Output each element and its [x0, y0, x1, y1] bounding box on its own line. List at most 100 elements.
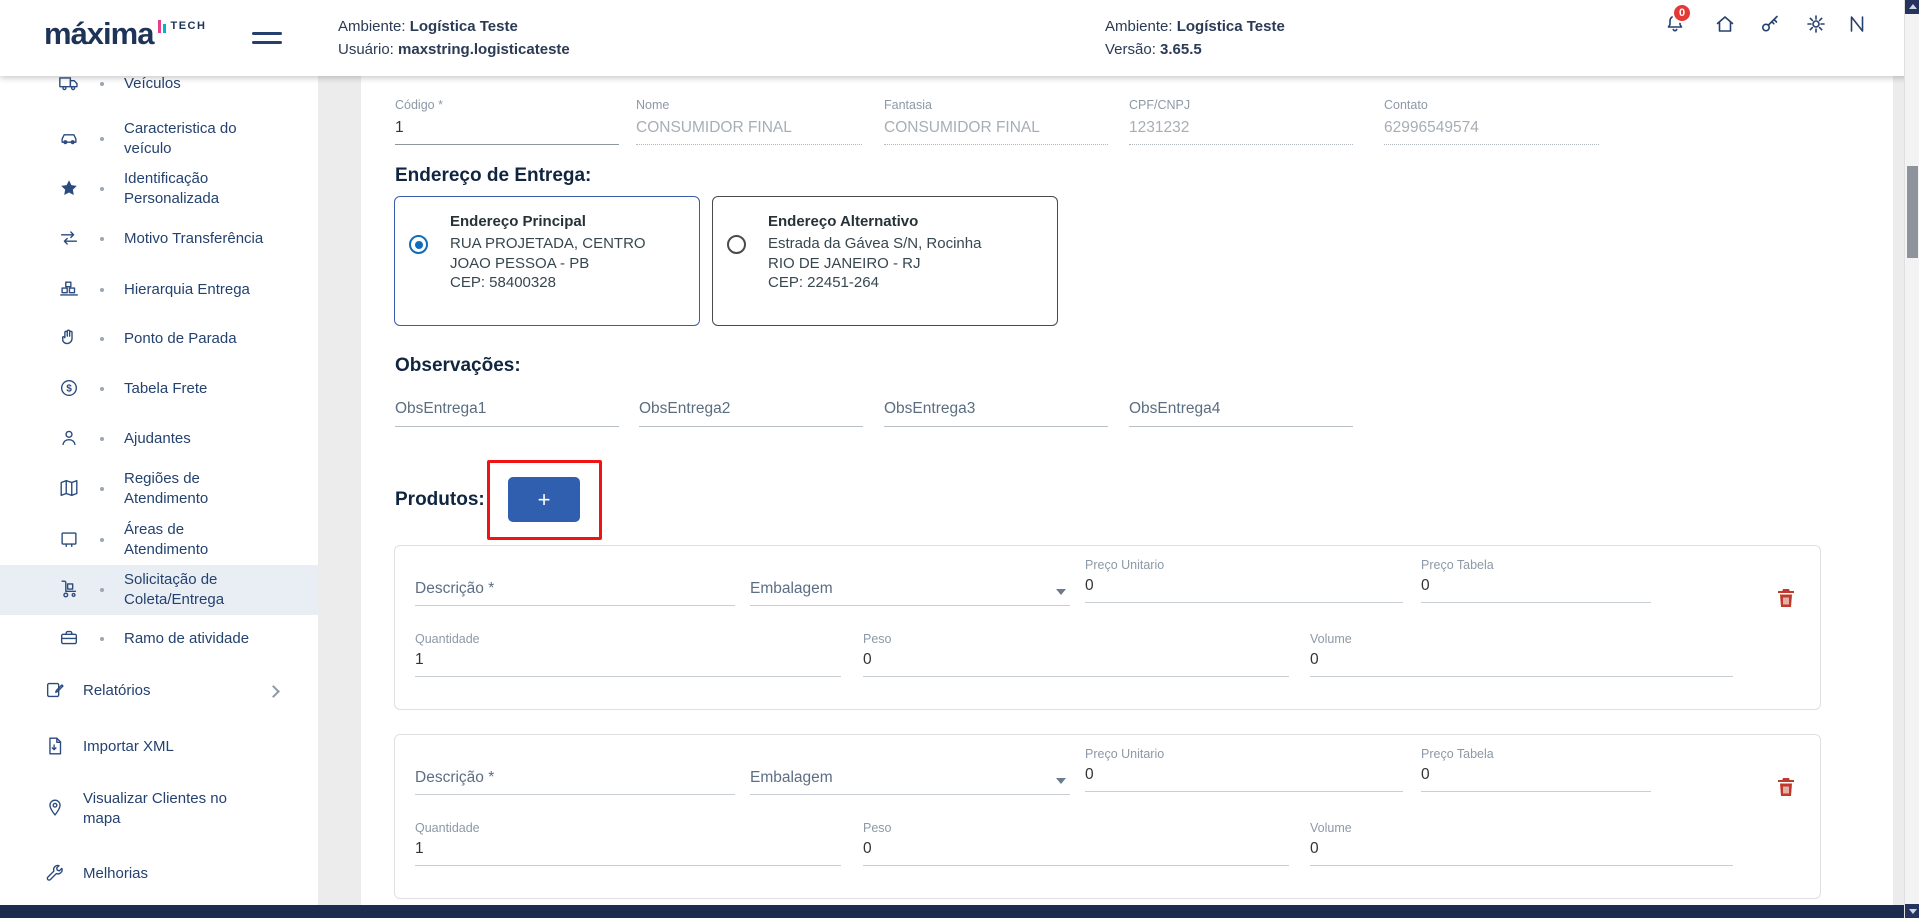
field-value[interactable]: 0	[1421, 766, 1651, 792]
obs-value[interactable]: ObsEntrega4	[1129, 400, 1353, 427]
bullet-dot	[100, 387, 104, 391]
field-value[interactable]: 0	[863, 651, 1289, 677]
sidebar-item-melhorias[interactable]: Melhorias	[0, 849, 318, 899]
add-product-button[interactable]: +	[508, 477, 580, 522]
embalagem-select[interactable]: Embalagem	[750, 769, 1070, 795]
top-header: máxima TECH Ambiente: Logística Teste Us…	[0, 0, 1919, 76]
sidebar-item-hierarquia-entrega[interactable]: Hierarquia Entrega	[0, 265, 318, 315]
obs-entrega-3-field[interactable]: ObsEntrega3	[884, 400, 1108, 427]
sidebar-item-label: Caracteristica do veículo	[124, 119, 266, 159]
field-value[interactable]: 1	[395, 119, 619, 145]
descricao-field[interactable]: Descrição *	[415, 580, 735, 606]
nome-field[interactable]: Nome CONSUMIDOR FINAL	[636, 98, 862, 145]
delete-product-trash-icon[interactable]	[1773, 775, 1799, 801]
hamburger-menu-icon[interactable]	[252, 32, 282, 45]
peso-field[interactable]: Peso 0	[863, 632, 1289, 677]
obs-value[interactable]: ObsEntrega3	[884, 400, 1108, 427]
transfer-arrows-icon	[58, 227, 82, 251]
observacoes-heading: Observações:	[395, 355, 521, 377]
settings-gear-icon[interactable]	[1804, 12, 1828, 36]
field-placeholder[interactable]: Embalagem	[750, 580, 1070, 606]
bullet-dot	[100, 588, 104, 592]
endereco-alternativo-card[interactable]: Endereço Alternativo Estrada da Gávea S/…	[712, 196, 1058, 326]
sidebar-item-identificacao-personalizada[interactable]: Identificação Personalizada	[0, 164, 318, 214]
car-icon	[58, 127, 82, 151]
sidebar-item-label: Importar XML	[83, 737, 243, 757]
volume-field[interactable]: Volume 0	[1310, 821, 1733, 866]
descricao-field[interactable]: Descrição *	[415, 769, 735, 795]
quantidade-field[interactable]: Quantidade 1	[415, 632, 841, 677]
field-value[interactable]: 1	[415, 651, 841, 677]
sidebar-item-ramo-atividade[interactable]: Ramo de atividade	[0, 614, 318, 664]
sidebar-item-regioes-atendimento[interactable]: Regiões de Atendimento	[0, 464, 318, 514]
contato-field[interactable]: Contato 62996549574	[1384, 98, 1599, 145]
field-label: Quantidade	[415, 821, 841, 835]
field-value[interactable]: 1	[415, 840, 841, 866]
sidebar-item-tabela-frete[interactable]: $ Tabela Frete	[0, 364, 318, 414]
field-placeholder[interactable]: Descrição *	[415, 580, 735, 606]
sidebar-item-ajudantes[interactable]: Ajudantes	[0, 414, 318, 464]
endereco-principal-card[interactable]: Endereço Principal RUA PROJETADA, CENTRO…	[394, 196, 700, 326]
codigo-field[interactable]: Código * 1	[395, 98, 619, 145]
volume-field[interactable]: Volume 0	[1310, 632, 1733, 677]
sidebar-item-veiculos[interactable]: Veículos	[0, 76, 318, 109]
obs-value[interactable]: ObsEntrega2	[639, 400, 863, 427]
bullet-dot	[100, 187, 104, 191]
sidebar-item-label: Motivo Transferência	[124, 229, 266, 249]
field-value[interactable]: 0	[863, 840, 1289, 866]
embalagem-select[interactable]: Embalagem	[750, 580, 1070, 606]
obs-entrega-4-field[interactable]: ObsEntrega4	[1129, 400, 1353, 427]
field-value[interactable]: 0	[1421, 577, 1651, 603]
field-label: Código *	[395, 98, 619, 112]
fantasia-field[interactable]: Fantasia CONSUMIDOR FINAL	[884, 98, 1108, 145]
field-value[interactable]: 0	[1085, 766, 1403, 792]
app-window: máxima TECH Ambiente: Logística Teste Us…	[0, 0, 1919, 918]
field-label: Contato	[1384, 98, 1599, 112]
cpf-cnpj-field[interactable]: CPF/CNPJ 1231232	[1129, 98, 1353, 145]
sidebar-item-visualizar-clientes-mapa[interactable]: Visualizar Clientes no mapa	[0, 778, 318, 840]
preco-unitario-field[interactable]: Preço Unitario 0	[1085, 747, 1403, 792]
sidebar-item-importar-xml[interactable]: Importar XML	[0, 722, 318, 772]
sidebar-item-ponto-de-parada[interactable]: Ponto de Parada	[0, 314, 318, 364]
star-icon	[58, 177, 82, 201]
obs-entrega-2-field[interactable]: ObsEntrega2	[639, 400, 863, 427]
sidebar-item-areas-atendimento[interactable]: Áreas de Atendimento	[0, 515, 318, 565]
scroll-down-arrow-icon[interactable]	[1905, 904, 1919, 918]
field-label: Fantasia	[884, 98, 1108, 112]
product-card: Descrição * Embalagem Preço Unitario 0 P…	[394, 734, 1821, 899]
delete-product-trash-icon[interactable]	[1773, 586, 1799, 612]
scrollbar-thumb[interactable]	[1907, 166, 1918, 258]
sidebar-item-motivo-transferencia[interactable]: Motivo Transferência	[0, 214, 318, 264]
radio-unselected[interactable]	[727, 235, 746, 254]
field-placeholder[interactable]: Embalagem	[750, 769, 1070, 795]
sidebar-item-label: Ajudantes	[124, 429, 266, 449]
key-icon[interactable]	[1758, 12, 1782, 36]
sidebar-item-relatorios[interactable]: Relatórios	[0, 666, 318, 716]
address-line: Estrada da Gávea S/N, Rocinha	[768, 234, 981, 254]
preco-tabela-field[interactable]: Preço Tabela 0	[1421, 747, 1651, 792]
peso-field[interactable]: Peso 0	[863, 821, 1289, 866]
dolly-icon	[58, 578, 82, 602]
sidebar-item-caracteristica-veiculo[interactable]: Caracteristica do veículo	[0, 114, 318, 164]
sidebar-item-solicitacao-coleta-entrega[interactable]: Solicitação de Coleta/Entrega	[0, 565, 318, 615]
field-placeholder[interactable]: Descrição *	[415, 769, 735, 795]
preco-tabela-field[interactable]: Preço Tabela 0	[1421, 558, 1651, 603]
address-line: RUA PROJETADA, CENTRO	[450, 234, 646, 254]
address-line: CEP: 22451-264	[768, 273, 981, 293]
maxima-app-icon[interactable]	[1845, 12, 1869, 36]
quantidade-field[interactable]: Quantidade 1	[415, 821, 841, 866]
vertical-scrollbar[interactable]	[1904, 0, 1919, 918]
field-value[interactable]: 0	[1310, 840, 1733, 866]
radio-selected[interactable]	[409, 235, 428, 254]
home-icon[interactable]	[1713, 12, 1737, 36]
environment-info-left: Ambiente: Logística Teste Usuário: maxst…	[338, 0, 570, 76]
field-value[interactable]: 0	[1085, 577, 1403, 603]
obs-entrega-1-field[interactable]: ObsEntrega1	[395, 400, 619, 427]
field-value: 1231232	[1129, 119, 1353, 145]
obs-value[interactable]: ObsEntrega1	[395, 400, 619, 427]
sidebar-nav: Veículos Caracteristica do veículo Ident…	[0, 76, 318, 905]
scroll-up-arrow-icon[interactable]	[1905, 0, 1919, 14]
field-value[interactable]: 0	[1310, 651, 1733, 677]
ambiente-label: Ambiente:	[1105, 18, 1173, 35]
preco-unitario-field[interactable]: Preço Unitario 0	[1085, 558, 1403, 603]
